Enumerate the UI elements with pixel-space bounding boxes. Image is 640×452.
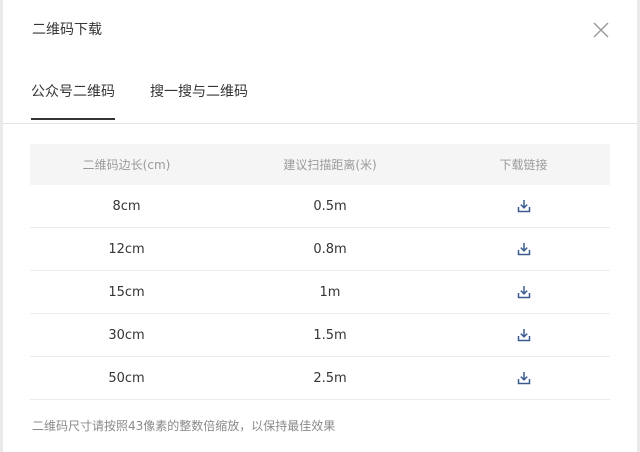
scaling-note: 二维码尺寸请按照43像素的整数倍缩放，以保持最佳效果 [32, 419, 336, 433]
qr-size-table: 二维码边长(cm) 建议扫描距离(米) 下载链接 8cm 0.5m 12cm 0… [30, 144, 610, 400]
download-icon[interactable] [517, 199, 531, 213]
tab-official-account-qr[interactable]: 公众号二维码 [31, 82, 115, 120]
tab-search-and-qr[interactable]: 搜一搜与二维码 [150, 82, 248, 102]
table-row: 30cm 1.5m [30, 314, 610, 357]
download-icon[interactable] [517, 242, 531, 256]
cell-size: 15cm [108, 284, 145, 300]
table-row: 15cm 1m [30, 271, 610, 314]
close-icon[interactable] [591, 20, 611, 40]
table-row: 8cm 0.5m [30, 185, 610, 228]
cell-size: 8cm [112, 198, 141, 214]
download-icon[interactable] [517, 285, 531, 299]
table-header: 二维码边长(cm) 建议扫描距离(米) 下载链接 [30, 144, 610, 185]
dialog-title: 二维码下载 [32, 22, 102, 38]
table-row: 50cm 2.5m [30, 357, 610, 400]
cell-size: 50cm [108, 370, 145, 386]
cell-distance: 0.8m [313, 241, 347, 257]
cell-distance: 2.5m [313, 370, 347, 386]
tab-bar: 公众号二维码 搜一搜与二维码 [3, 66, 637, 124]
qr-download-dialog: 二维码下载 公众号二维码 搜一搜与二维码 二维码边长(cm) 建议扫描距离(米)… [3, 0, 637, 452]
download-icon[interactable] [517, 328, 531, 342]
table-row: 12cm 0.8m [30, 228, 610, 271]
cell-distance: 1.5m [313, 327, 347, 343]
header-download-link: 下载链接 [499, 158, 548, 172]
header-qr-size: 二维码边长(cm) [82, 158, 171, 172]
header-scan-distance: 建议扫描距离(米) [283, 158, 377, 172]
download-icon[interactable] [517, 371, 531, 385]
cell-distance: 0.5m [313, 198, 347, 214]
cell-distance: 1m [319, 284, 341, 300]
cell-size: 12cm [108, 241, 145, 257]
cell-size: 30cm [108, 327, 145, 343]
